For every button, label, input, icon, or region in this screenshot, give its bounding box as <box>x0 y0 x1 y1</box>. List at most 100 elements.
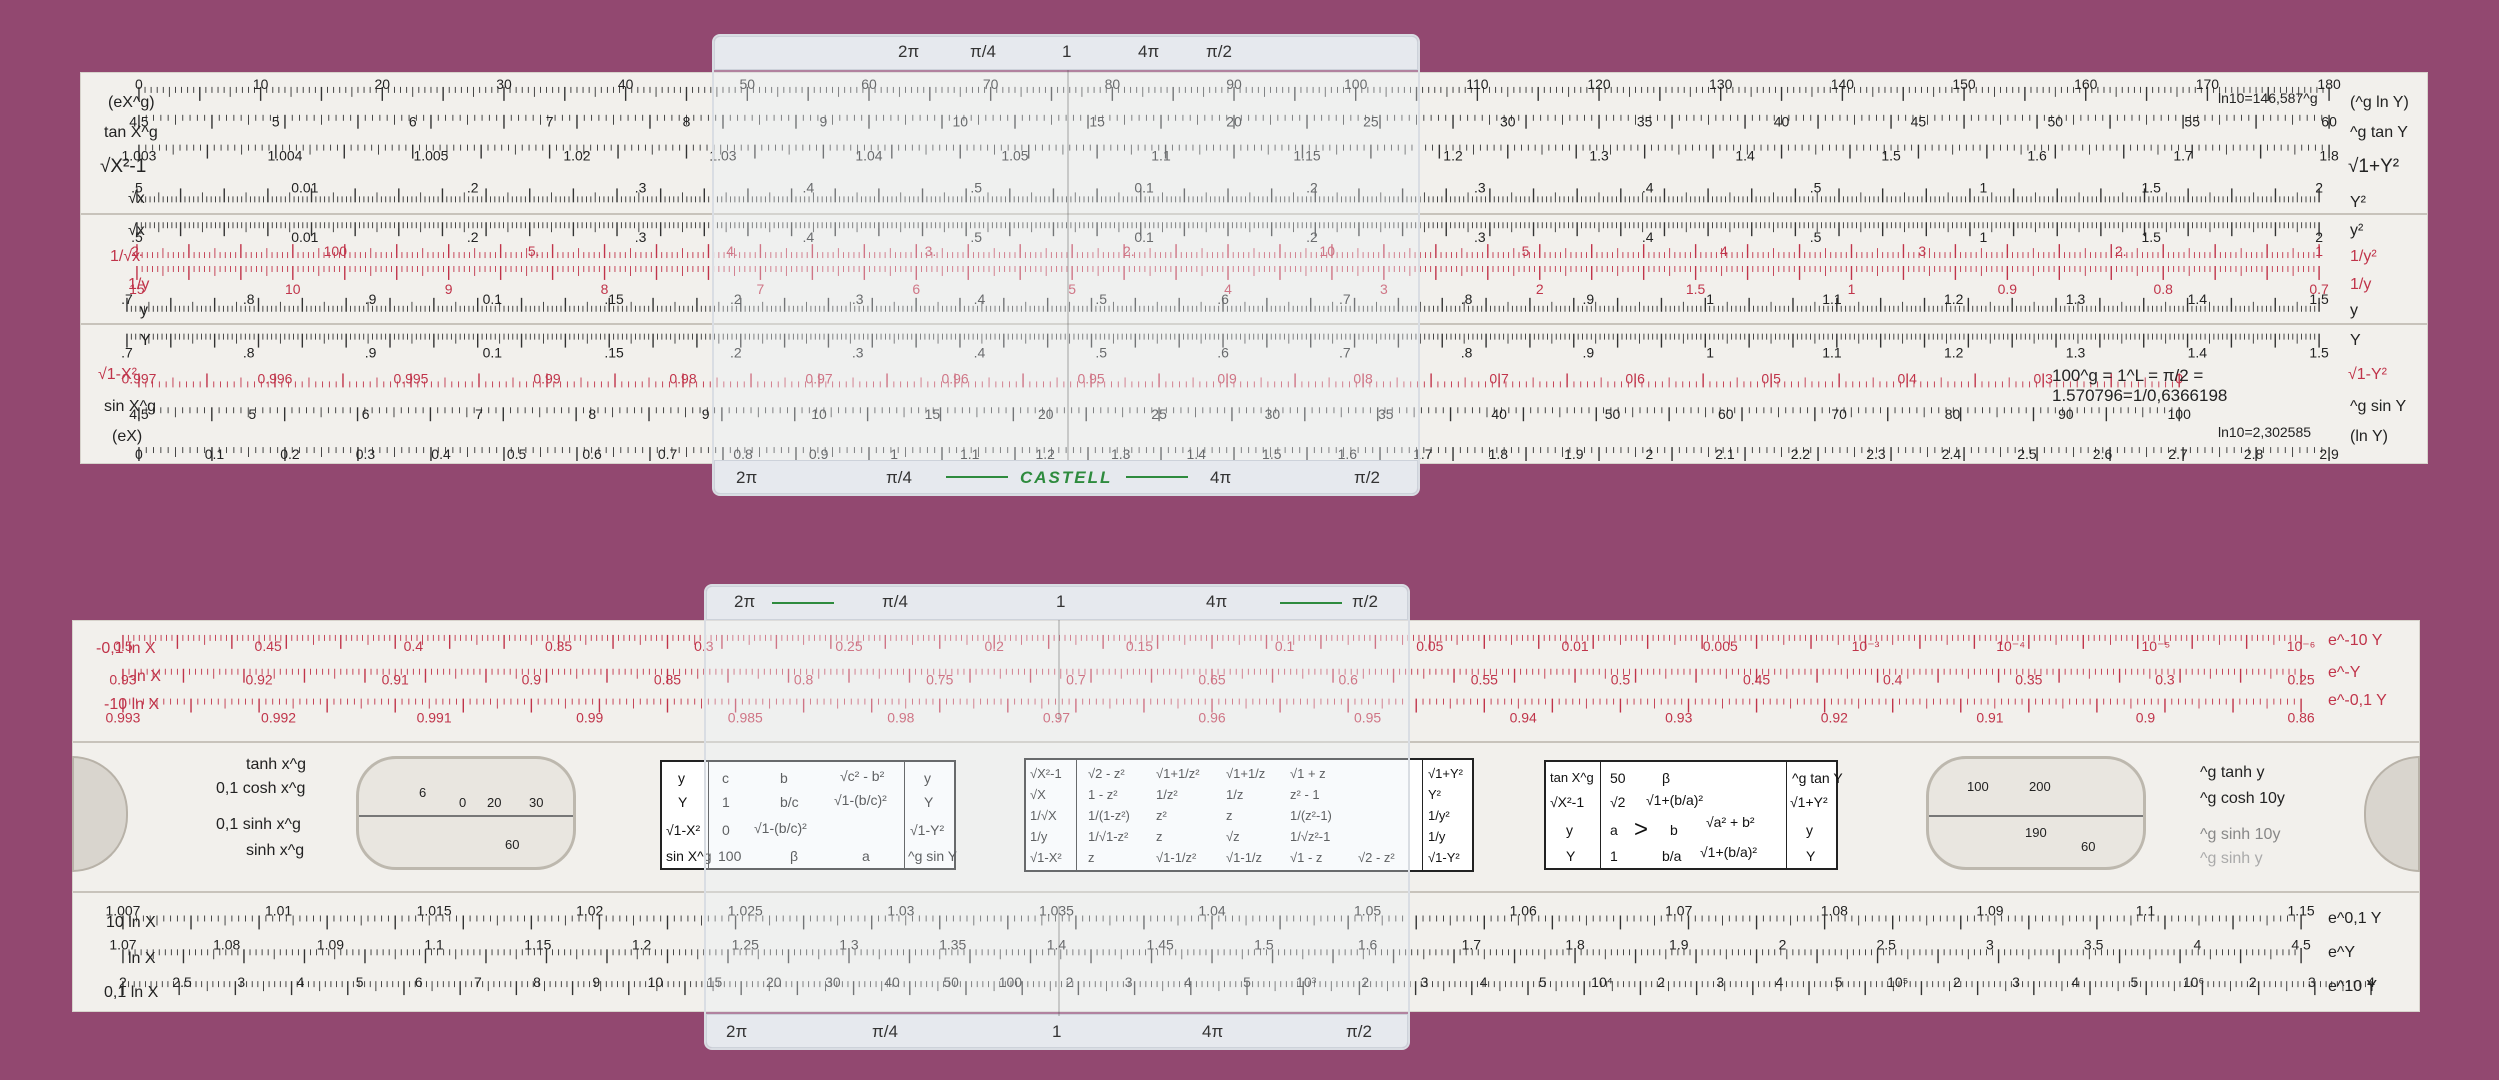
row2-label: 5 <box>272 114 280 130</box>
row12-label: 0.4 <box>431 446 451 462</box>
row3-label: 1.4 <box>1735 148 1755 164</box>
row11-label: 80 <box>1945 406 1961 422</box>
row11-label: 9 <box>702 406 710 422</box>
label-Y: Y <box>140 332 151 349</box>
row12-label: 0.7 <box>658 446 678 462</box>
row4-label: .5 <box>1810 179 1822 195</box>
row2-label: 8 <box>683 114 691 130</box>
label-y: y <box>140 302 148 319</box>
row9-label: .9 <box>1583 345 1595 361</box>
row1-label: 120 <box>1587 76 1611 92</box>
row11-label: 100 <box>2168 406 2192 422</box>
row4-label: 2 <box>2315 179 2323 195</box>
row6-label: 4 <box>1720 243 1728 259</box>
row1-label: 0 <box>135 76 143 92</box>
row1-label: 30 <box>496 76 512 92</box>
top-cursor-hairline <box>1067 70 1069 460</box>
row12-label: 0.2 <box>280 446 300 462</box>
row12-label: 0.1 <box>205 446 225 462</box>
row1-label: 170 <box>2196 76 2220 92</box>
label-e-xg: (eX^g) <box>108 94 155 111</box>
row1-label: 110 <box>1466 76 1489 92</box>
top-cursor[interactable]: 2π π/4 1 4π π/2 2π π/4 CASTELL 4π π/2 <box>712 34 1420 496</box>
label-1-y2: 1/y² <box>2350 248 2377 265</box>
row11-label: 8 <box>588 406 596 422</box>
top-cursor-2pi: 2π <box>898 42 920 61</box>
label-Y2: Y² <box>2350 194 2366 211</box>
note-ln10-value: ln10=2,302585 <box>2218 424 2312 440</box>
row5-label: 1 <box>1979 229 1987 245</box>
row8-label: 1.1 <box>1822 291 1842 307</box>
row10-label: 0.3 <box>2033 370 2053 386</box>
row4-label: .2 <box>467 179 479 195</box>
row9-label: 1.2 <box>1944 345 1964 361</box>
row12-label: 0 <box>135 446 143 462</box>
label-ln-y: (ln Y) <box>2350 428 2388 445</box>
label-g-ln-y: (^g ln Y) <box>2350 94 2409 111</box>
row2-label: 55 <box>2184 114 2200 130</box>
row11-label: 40 <box>1491 406 1507 422</box>
row2-label: 50 <box>2048 114 2064 130</box>
row1-label: 20 <box>375 76 391 92</box>
row5-label: .3 <box>635 229 647 245</box>
row7-label: 9 <box>445 281 453 297</box>
row1-label: 160 <box>2074 76 2098 92</box>
row7-label: 2 <box>1536 281 1544 297</box>
label-sqrt-x-2: √x <box>128 222 145 239</box>
label-1-y: 1/y <box>128 276 150 293</box>
label-e-x: (eX) <box>112 428 143 445</box>
row12-label: 2.2 <box>1791 446 1811 462</box>
row5-label: .2 <box>467 229 479 245</box>
row4-label: .4 <box>1642 179 1654 195</box>
row9-label: .8 <box>243 345 255 361</box>
row12-label: 2.3 <box>1866 446 1886 462</box>
top-cursor-4pi: 4π <box>1138 42 1160 61</box>
row12-label: 0.6 <box>582 446 602 462</box>
row12-label: 1.9 <box>1564 446 1584 462</box>
row12-label: 0.3 <box>356 446 376 462</box>
top-cursor-pi2: π/2 <box>1206 42 1232 61</box>
row11-label: 90 <box>2058 406 2074 422</box>
row6-label: 1 <box>2315 243 2323 259</box>
row8-label: .8 <box>1461 291 1473 307</box>
row4-label: 1 <box>1979 179 1987 195</box>
label-1-sqrt-x: 1/√x <box>110 248 141 265</box>
row11-label: 50 <box>1605 406 1621 422</box>
row12-label: 1.8 <box>1489 446 1509 462</box>
row11-label: 5 <box>248 406 256 422</box>
row11-label: 6 <box>362 406 370 422</box>
row3-label: 1.005 <box>413 148 448 164</box>
row7-label: 1.5 <box>1686 281 1706 297</box>
right-arrow-icon <box>1126 476 1188 478</box>
row4-label: 0.01 <box>291 179 318 195</box>
row9-label: .9 <box>365 345 377 361</box>
row8-label: 0.1 <box>483 291 503 307</box>
label-y-right: y <box>2350 302 2358 319</box>
row8-label: .9 <box>365 291 377 307</box>
row5-label: 1.5 <box>2142 229 2162 245</box>
row4-label: .3 <box>1474 179 1486 195</box>
row2-label: 60 <box>2321 114 2337 130</box>
row6-label: 2. <box>2115 243 2127 259</box>
row9-label: 1.3 <box>2066 345 2086 361</box>
top-cursor-1: 1 <box>1062 42 1072 61</box>
row3-label: 1.3 <box>1589 148 1609 164</box>
row5-label: 0.01 <box>291 229 318 245</box>
castell-logo: CASTELL <box>1020 468 1113 487</box>
row12-label: 2.6 <box>2093 446 2113 462</box>
row1-label: 130 <box>1709 76 1733 92</box>
row2-label: 45 <box>1911 114 1927 130</box>
row1-label: 150 <box>1952 76 1976 92</box>
row9-label: .15 <box>604 345 624 361</box>
row8-label: 1 <box>1706 291 1714 307</box>
row11-label: 60 <box>1718 406 1734 422</box>
row8-label: .9 <box>1583 291 1595 307</box>
row8-label: 1.2 <box>1944 291 1964 307</box>
row10-label: 0.7 <box>1489 370 1509 386</box>
row12-label: 2.8 <box>2244 446 2264 462</box>
row1-label: 140 <box>1831 76 1855 92</box>
row12-label: 2.7 <box>2168 446 2188 462</box>
label-g-tan-y: ^g tan Y <box>2350 124 2408 141</box>
note-100g: 100^g = 1^L = π/2 = <box>2052 366 2204 385</box>
label-1-y-right: 1/y <box>2350 276 2372 293</box>
